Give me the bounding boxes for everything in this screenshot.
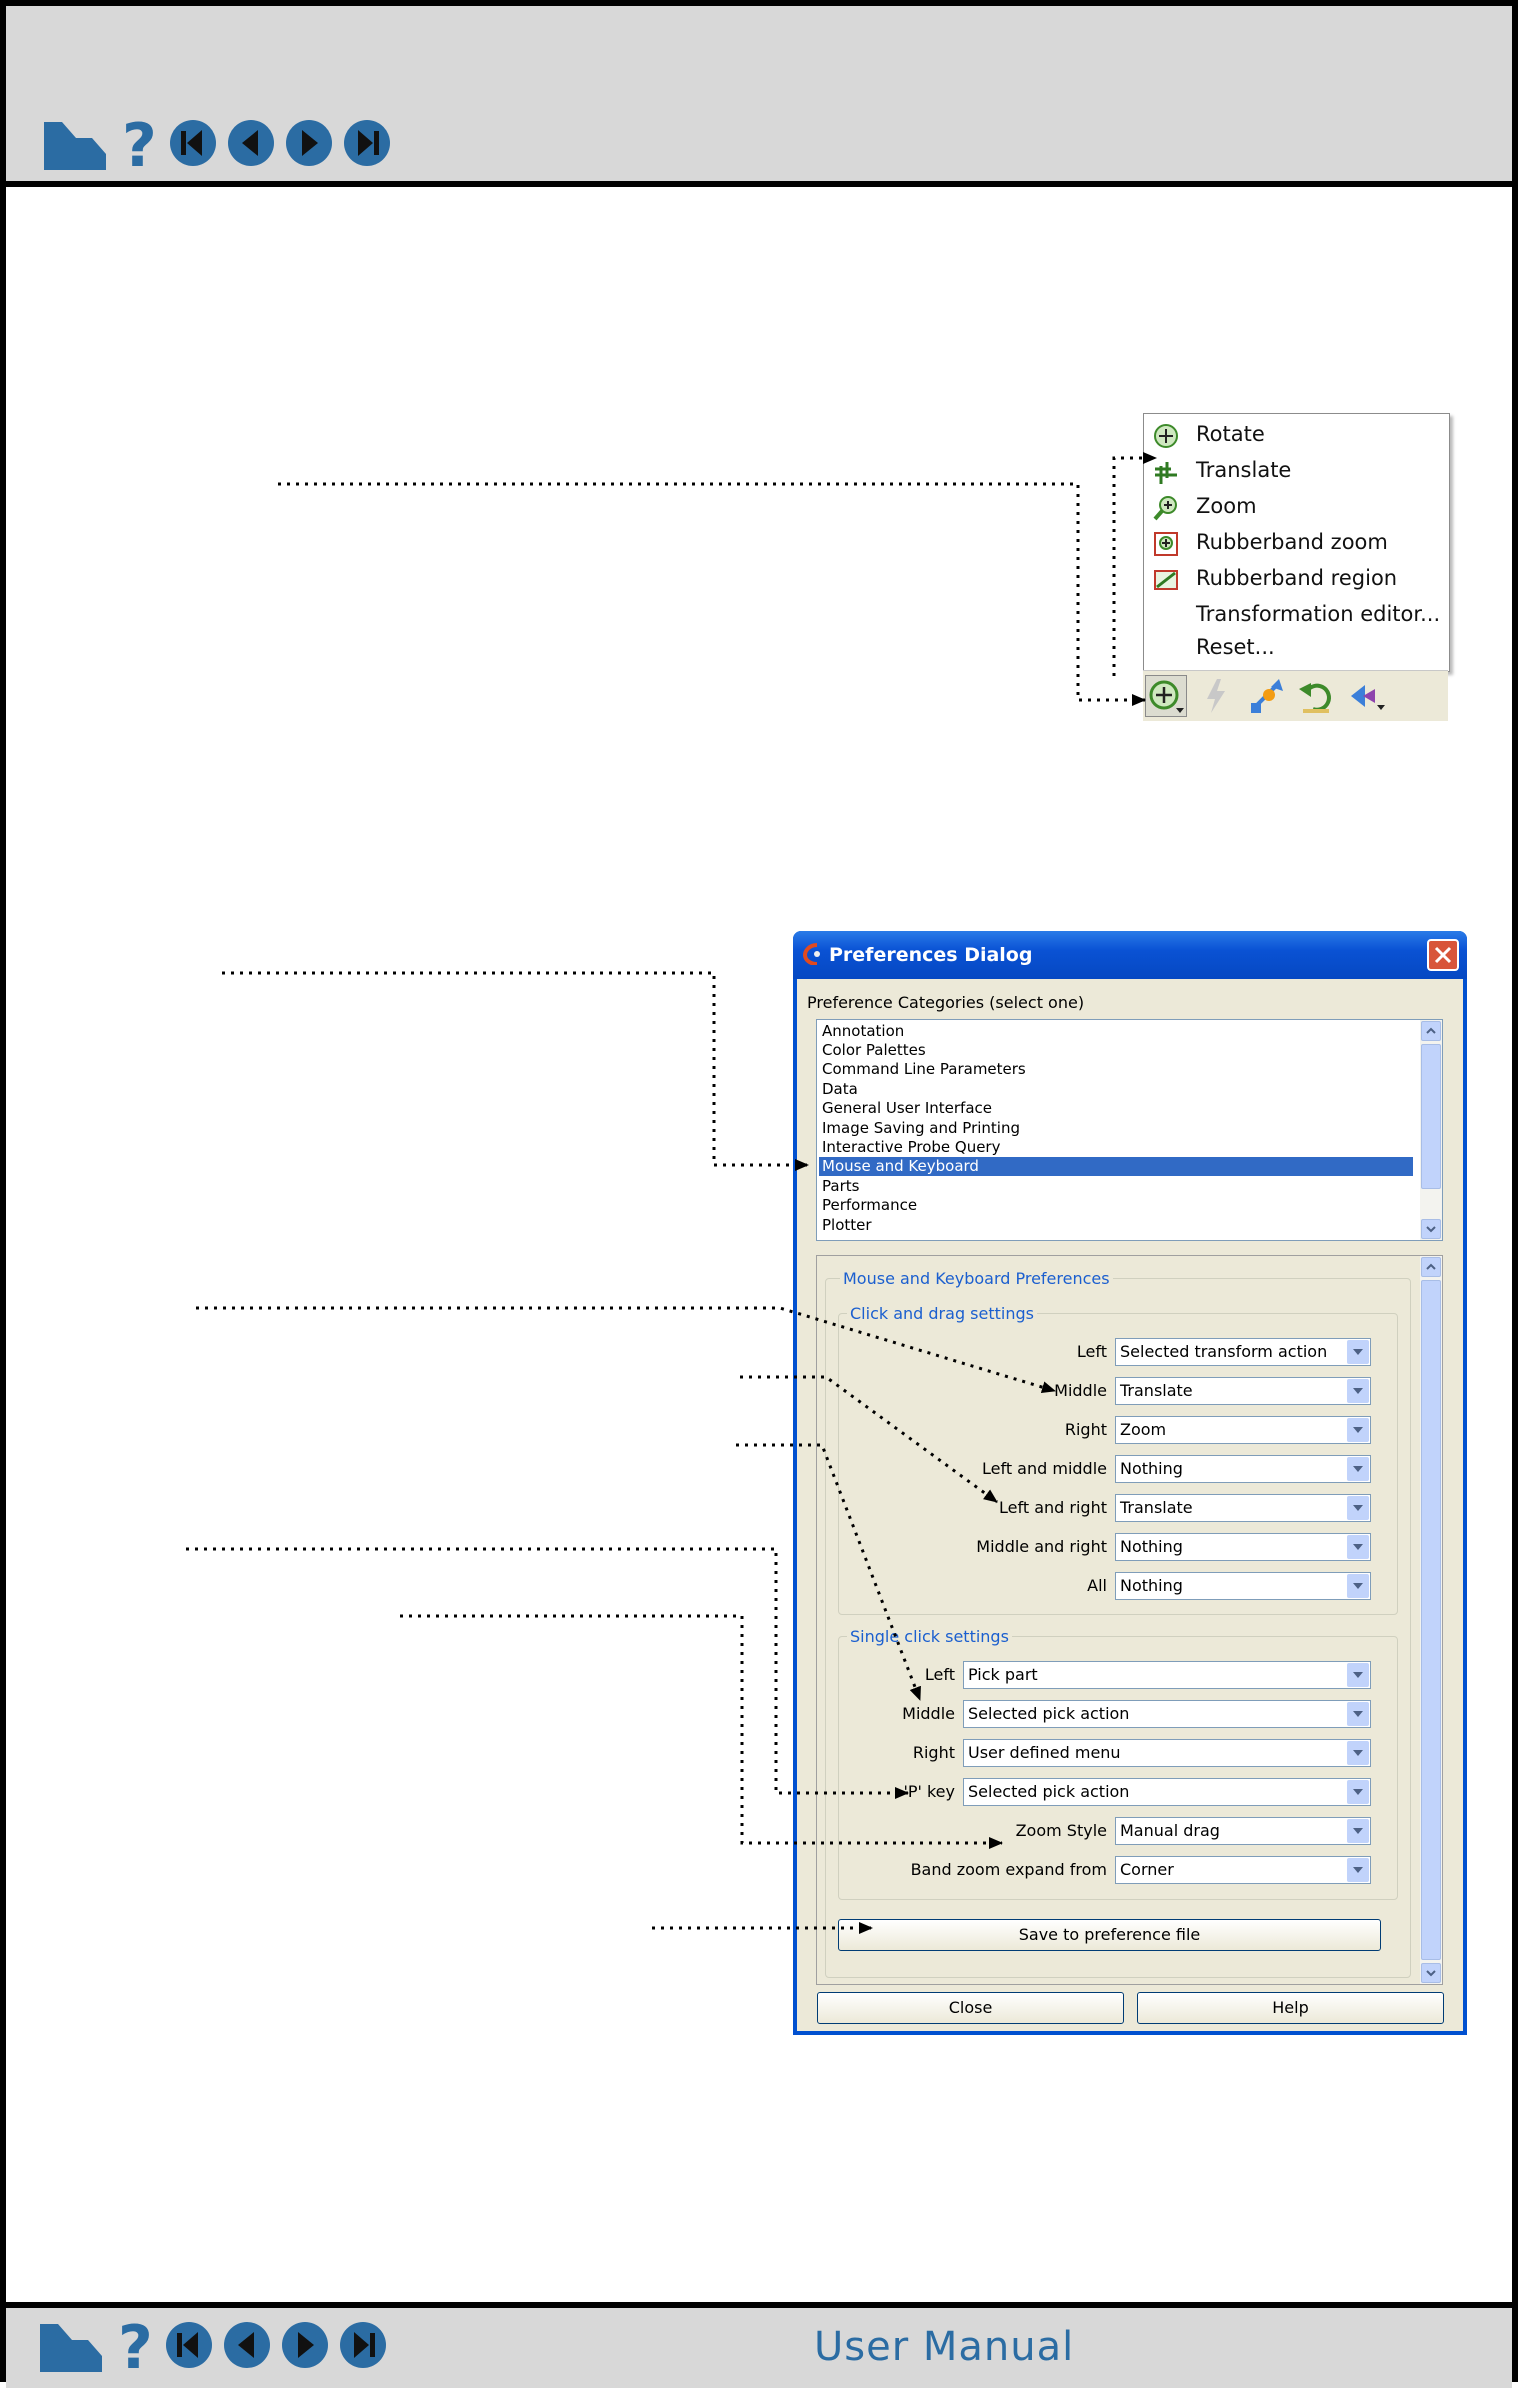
- callout-line-drag-middle: [196, 1306, 1056, 1393]
- callout-line-category: [222, 971, 809, 1171]
- callout-line-toolbar: [278, 482, 1146, 706]
- callout-arrows: [186, 452, 1157, 1934]
- callout-line-translate: [1112, 452, 1157, 676]
- callout-line-drag-left-right: [740, 1375, 998, 1504]
- callout-line-p-key: [186, 1547, 909, 1799]
- callout-line-zoom-style: [400, 1614, 1003, 1849]
- callout-line-click-middle: [736, 1443, 922, 1701]
